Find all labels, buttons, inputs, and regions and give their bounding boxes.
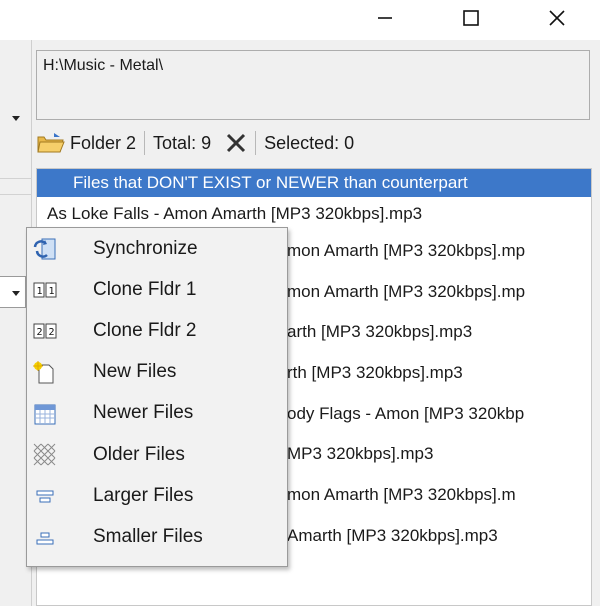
left-dropdown[interactable] — [0, 276, 26, 308]
open-folder-icon — [37, 133, 65, 153]
close-button[interactable] — [534, 0, 580, 36]
menu-item-newer-files[interactable]: Newer Files — [27, 393, 287, 434]
selected-count: Selected: 0 — [264, 132, 355, 153]
minimize-icon — [378, 17, 392, 19]
title-bar — [0, 0, 600, 40]
svg-text:1: 1 — [37, 286, 43, 297]
folder-toolbar: Folder 2 Total: 9 Selected: 0 — [36, 126, 592, 160]
chevron-down-icon — [12, 291, 20, 296]
menu-item-label: Older Files — [93, 443, 185, 465]
maximize-button[interactable] — [448, 0, 494, 36]
menu-item-new-files[interactable]: New Files — [27, 352, 287, 393]
x-icon — [227, 133, 246, 153]
svg-text:2: 2 — [49, 327, 55, 338]
smaller-icon — [36, 532, 54, 545]
list-item[interactable]: As Loke Falls - Amon Amarth [MP3 320kbps… — [37, 197, 591, 231]
svg-text:2: 2 — [37, 327, 43, 338]
folder-2-button[interactable]: Folder 2 — [36, 131, 136, 155]
divider — [0, 178, 32, 179]
sync-icon — [33, 238, 56, 260]
divider — [0, 194, 32, 195]
clear-button[interactable] — [225, 132, 247, 154]
menu-item-label: New Files — [93, 361, 177, 383]
minimize-button[interactable] — [362, 0, 408, 36]
total-count: Total: 9 — [153, 132, 212, 153]
menu-item-label: Newer Files — [93, 402, 194, 424]
menu-item-label: Synchronize — [93, 237, 198, 259]
menu-item-smaller-files[interactable]: Smaller Files — [27, 516, 287, 557]
calendar-icon — [34, 404, 56, 425]
menu-item-label: Clone Fldr 1 — [93, 278, 197, 300]
close-icon — [549, 10, 565, 26]
maximize-icon — [463, 10, 479, 26]
new-file-icon — [33, 360, 54, 384]
folder-label: Folder 2 — [70, 132, 137, 153]
context-menu: Synchronize 1 1 Clone Fldr 1 2 2 Clone F… — [26, 227, 288, 567]
menu-item-label: Smaller Files — [93, 525, 203, 547]
larger-icon — [36, 490, 54, 503]
clone-folder-1-icon: 1 1 — [33, 282, 57, 298]
menu-item-clone-fldr-2[interactable]: 2 2 Clone Fldr 2 — [27, 310, 287, 351]
toolbar-separator — [144, 131, 146, 155]
menu-item-synchronize[interactable]: Synchronize — [27, 228, 287, 269]
menu-item-label: Clone Fldr 2 — [93, 319, 197, 341]
folder-path-field[interactable]: H:\Music - Metal\ — [36, 50, 590, 120]
clone-folder-2-icon: 2 2 — [33, 323, 57, 339]
list-header: Files that DON'T EXIST or NEWER than cou… — [37, 169, 591, 197]
svg-text:1: 1 — [49, 286, 55, 297]
menu-item-clone-fldr-1[interactable]: 1 1 Clone Fldr 1 — [27, 269, 287, 310]
menu-item-older-files[interactable]: Older Files — [27, 434, 287, 475]
chevron-down-icon[interactable] — [12, 116, 20, 121]
menu-item-larger-files[interactable]: Larger Files — [27, 475, 287, 516]
toolbar-separator — [255, 131, 257, 155]
folder-path-text: H:\Music - Metal\ — [43, 57, 164, 74]
hatch-icon — [33, 443, 56, 466]
menu-item-label: Larger Files — [93, 484, 194, 506]
